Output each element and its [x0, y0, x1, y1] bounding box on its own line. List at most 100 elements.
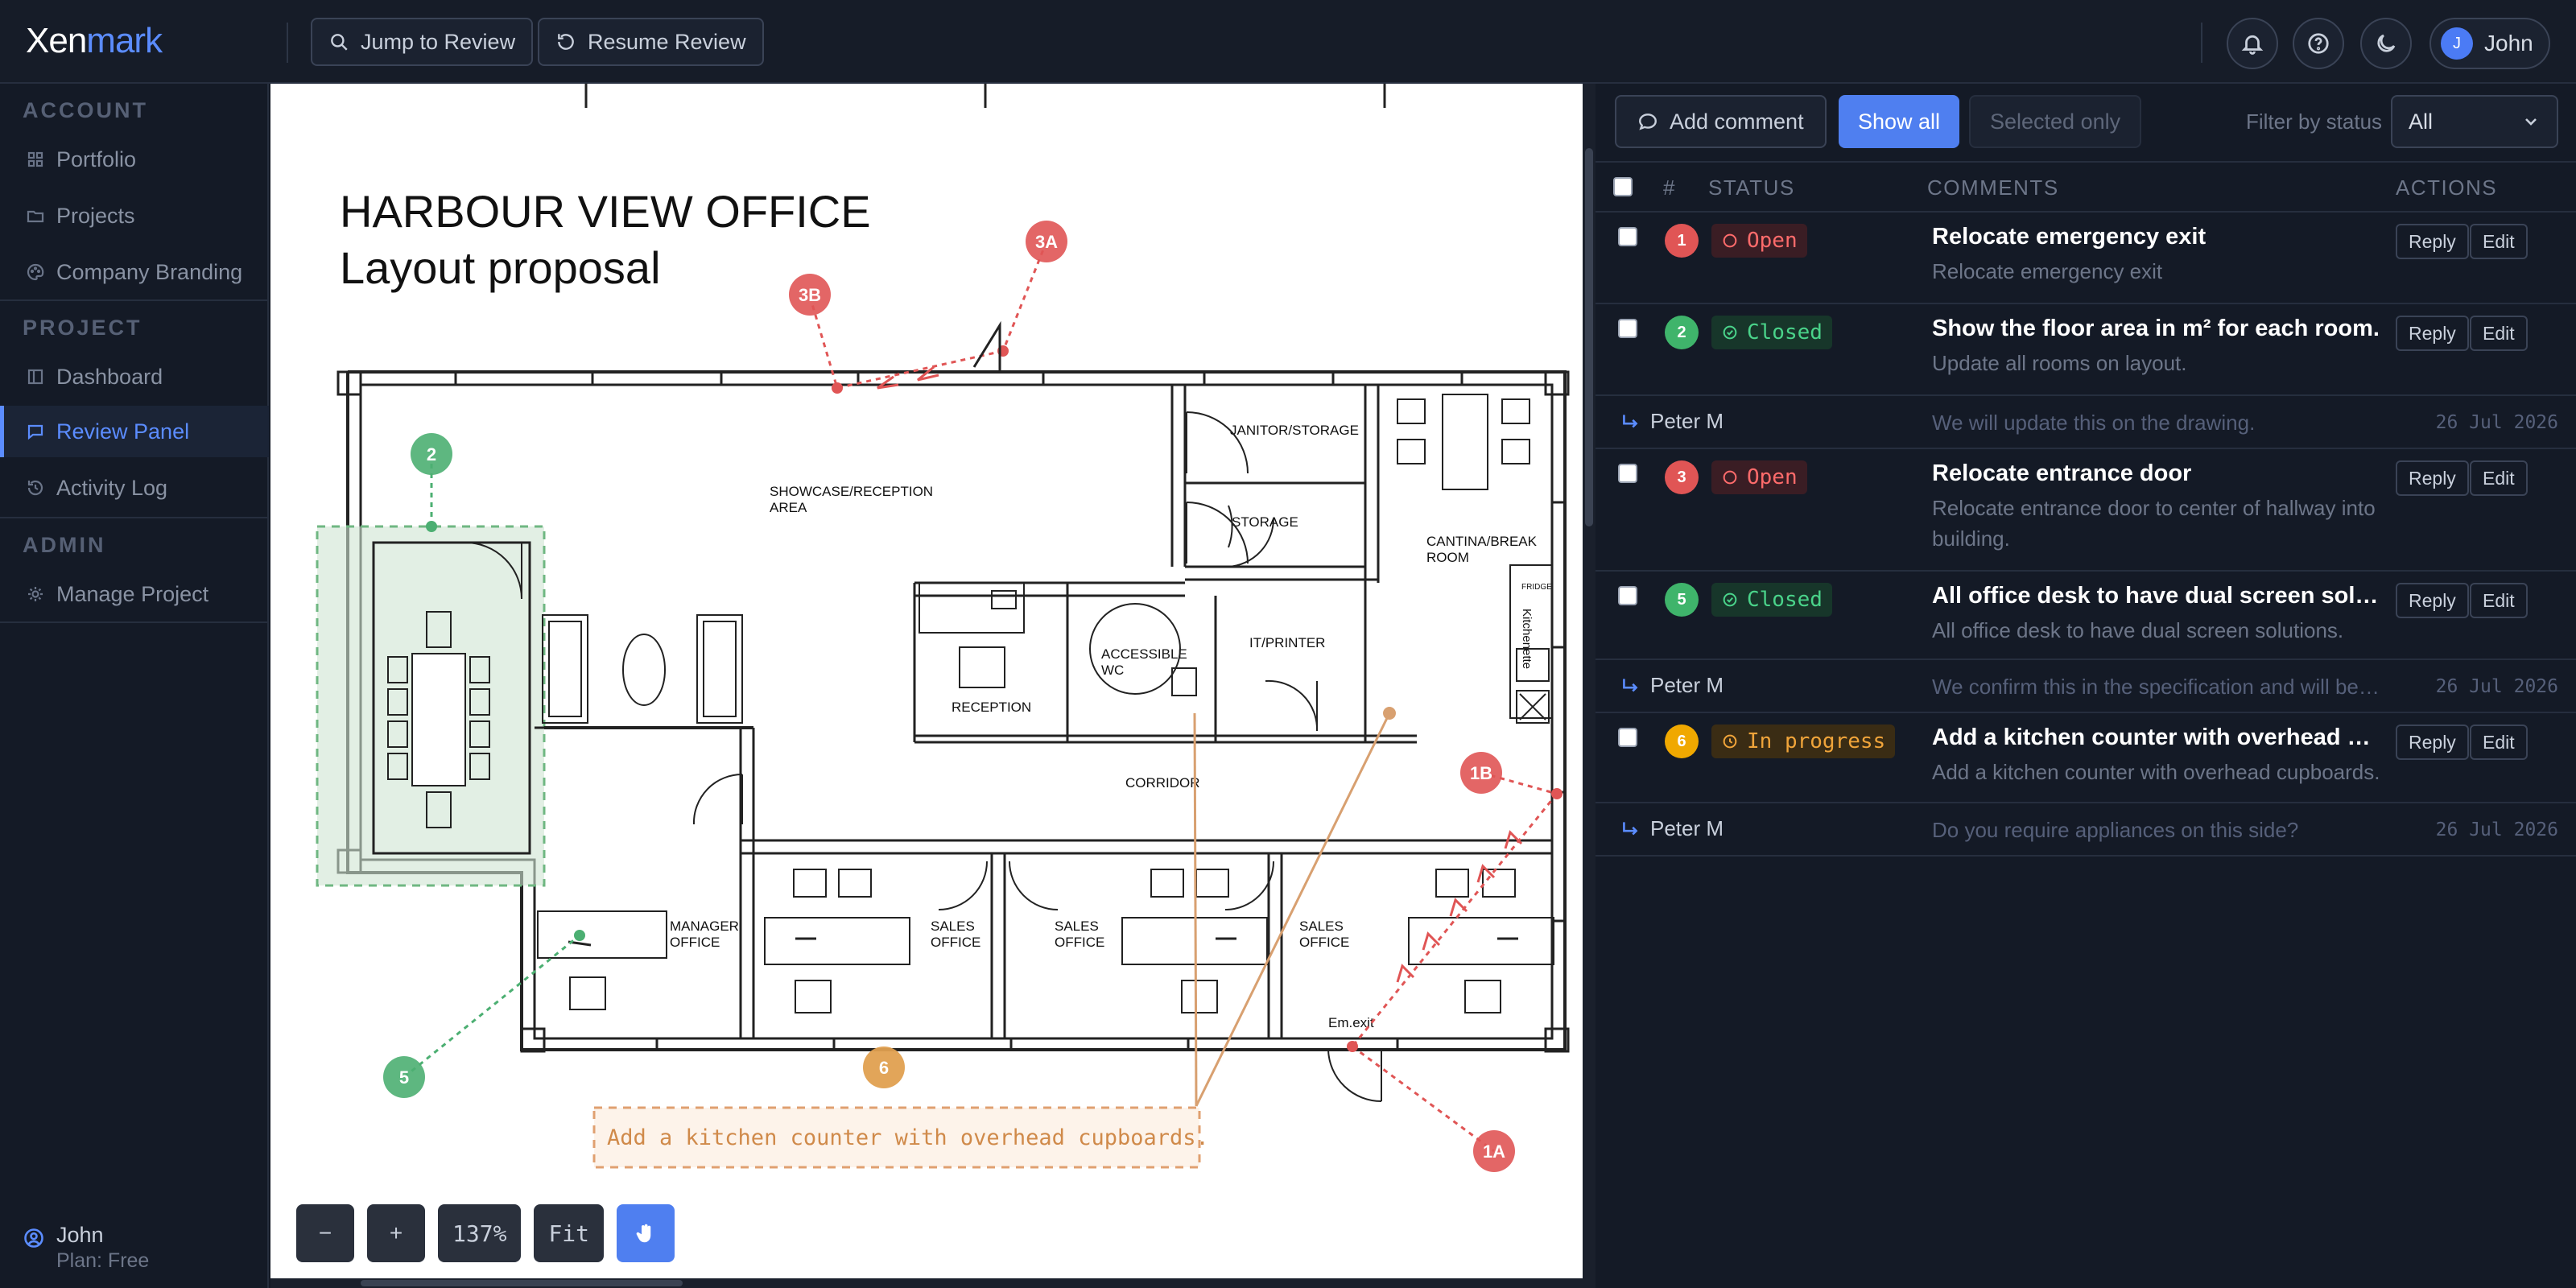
notifications-button[interactable] [2227, 18, 2278, 69]
reply-row[interactable]: Peter M Do you require appliances on thi… [1596, 803, 2576, 857]
annotation-callout-text: Add a kitchen counter with overhead cupb… [607, 1125, 1209, 1150]
row-checkbox[interactable] [1618, 464, 1637, 483]
comment-number-badge: 6 [1665, 724, 1699, 758]
vertical-scrollbar[interactable] [1583, 84, 1596, 1288]
sidebar-user-plan: Plan: Free [56, 1249, 150, 1272]
table-row[interactable]: 1 Open Relocate emergency exit Relocate … [1596, 213, 2576, 304]
pan-tool-button[interactable] [617, 1204, 675, 1262]
reply-author: Peter M [1620, 816, 1724, 841]
scrollbar-thumb[interactable] [361, 1280, 683, 1286]
drawing-title: HARBOUR VIEW OFFICE [340, 186, 871, 237]
sidebar-item-label: Activity Log [56, 475, 168, 500]
status-badge: Open [1711, 460, 1807, 494]
horizontal-scrollbar[interactable] [270, 1278, 1583, 1288]
reply-row[interactable]: Peter M We confirm this in the specifica… [1596, 660, 2576, 713]
reply-button[interactable]: Reply [2396, 224, 2469, 259]
table-row[interactable]: 2 Closed Show the floor area in m² for e… [1596, 304, 2576, 396]
bell-icon [2241, 35, 2264, 55]
selected-only-label: Selected only [1990, 109, 2121, 134]
table-row[interactable]: 3 Open Relocate entrance door Relocate e… [1596, 449, 2576, 572]
sidebar-item-review-panel[interactable]: Review Panel [0, 406, 269, 457]
comment-title[interactable]: Relocate entrance door [1932, 460, 2383, 487]
comment-title[interactable]: Show the floor area in m² for each room. [1932, 316, 2383, 342]
zoom-out-button[interactable]: − [296, 1204, 354, 1262]
comment-title[interactable]: Relocate emergency exit [1932, 224, 2383, 250]
sidebar-item-company-branding[interactable]: Company Branding [0, 246, 269, 298]
reply-arrow-icon [1623, 414, 1638, 427]
show-all-button[interactable]: Show all [1839, 95, 1960, 148]
comment-number-badge: 1 [1665, 224, 1699, 258]
column-header-comments: COMMENTS [1927, 175, 2059, 200]
marker-label: 6 [879, 1058, 889, 1078]
row-checkbox[interactable] [1618, 586, 1637, 605]
reply-button[interactable]: Reply [2396, 724, 2469, 760]
sidebar-item-activity-log[interactable]: Activity Log [0, 462, 269, 514]
comment-title[interactable]: All office desk to have dual screen solu… [1932, 583, 2383, 609]
comment-text: Add a kitchen counter with overhead cupb… [1932, 760, 2380, 784]
zoom-in-button[interactable]: + [367, 1204, 425, 1262]
row-checkbox[interactable] [1618, 728, 1637, 747]
room-label-accessible-wc: WC [1101, 663, 1124, 678]
table-row[interactable]: 5 Closed All office desk to have dual sc… [1596, 572, 2576, 660]
circle-icon [1723, 470, 1737, 485]
select-all-checkbox[interactable] [1613, 177, 1633, 196]
reply-author: Peter M [1620, 409, 1724, 434]
reply-button[interactable]: Reply [2396, 583, 2469, 618]
help-icon [2308, 33, 2329, 54]
resume-review-label: Resume Review [588, 29, 746, 54]
jump-to-review-button[interactable]: Jump to Review [311, 18, 534, 66]
sidebar-item-label: Portfolio [56, 147, 137, 171]
theme-toggle-button[interactable] [2360, 18, 2412, 69]
sidebar-item-portfolio[interactable]: Portfolio [0, 134, 269, 185]
edit-button[interactable]: Edit [2470, 316, 2528, 351]
sidebar-item-dashboard[interactable]: Dashboard [0, 351, 269, 402]
resume-review-button[interactable]: Resume Review [538, 18, 764, 66]
edit-button[interactable]: Edit [2470, 460, 2528, 496]
search-icon [331, 34, 348, 51]
status-badge: Closed [1711, 583, 1832, 617]
annotation-5[interactable]: 5 [383, 930, 585, 1098]
annotation-3a[interactable]: 3A [836, 221, 1067, 390]
sidebar-item-projects[interactable]: Projects [0, 190, 269, 242]
section-title-project: PROJECT [23, 316, 142, 340]
floor-plan[interactable]: HARBOUR VIEW OFFICE Layout proposal SHOW… [270, 84, 1583, 1280]
sidebar-item-label: Manage Project [56, 581, 209, 606]
reply-button[interactable]: Reply [2396, 460, 2469, 496]
annotation-3b[interactable]: 3B [789, 274, 843, 394]
fit-button[interactable]: Fit [534, 1204, 605, 1262]
comment-title[interactable]: Add a kitchen counter with overhead cupb… [1932, 724, 2383, 751]
row-checkbox[interactable] [1618, 227, 1637, 246]
edit-button[interactable]: Edit [2470, 724, 2528, 760]
sidebar-user-card[interactable]: John Plan: Free [23, 1222, 149, 1274]
sidebar-item-manage-project[interactable]: Manage Project [0, 568, 269, 620]
annotation-2[interactable]: 2 [411, 433, 452, 532]
selected-only-button[interactable]: Selected only [1969, 95, 2142, 148]
row-checkbox[interactable] [1618, 319, 1637, 338]
table-row[interactable]: 6 In progress Add a kitchen counter with… [1596, 713, 2576, 803]
toolbar-divider [287, 23, 288, 63]
help-button[interactable] [2293, 18, 2344, 69]
comment-text: Relocate entrance door to center of hall… [1932, 496, 2376, 551]
folder-icon [27, 210, 44, 223]
drawing-canvas[interactable]: HARBOUR VIEW OFFICE Layout proposal SHOW… [270, 84, 1583, 1280]
zoom-level[interactable]: 137% [438, 1204, 522, 1262]
reply-row[interactable]: Peter M We will update this on the drawi… [1596, 396, 2576, 449]
annotation-1b[interactable]: 1B [1351, 752, 1563, 1047]
status-filter-select[interactable]: All [2391, 95, 2558, 148]
status-text: Closed [1747, 588, 1823, 612]
scrollbar-thumb[interactable] [1585, 148, 1593, 526]
moon-icon [2377, 34, 2396, 52]
comment-icon [1639, 114, 1657, 130]
sidebar: ACCOUNT Portfolio Projects Company Brand… [0, 84, 269, 1288]
comment-icon [27, 424, 43, 440]
user-menu-button[interactable]: J John [2429, 18, 2550, 69]
app-logo[interactable]: Xenmark [26, 18, 163, 64]
add-comment-button[interactable]: Add comment [1615, 95, 1827, 148]
edit-button[interactable]: Edit [2470, 583, 2528, 618]
room-label-sales-2: SALES [1055, 919, 1099, 934]
reply-button[interactable]: Reply [2396, 316, 2469, 351]
annotation-1a[interactable]: 1A [1347, 1041, 1515, 1172]
edit-button[interactable]: Edit [2470, 224, 2528, 259]
status-badge: Open [1711, 224, 1807, 258]
comment-number-badge: 5 [1665, 583, 1699, 617]
